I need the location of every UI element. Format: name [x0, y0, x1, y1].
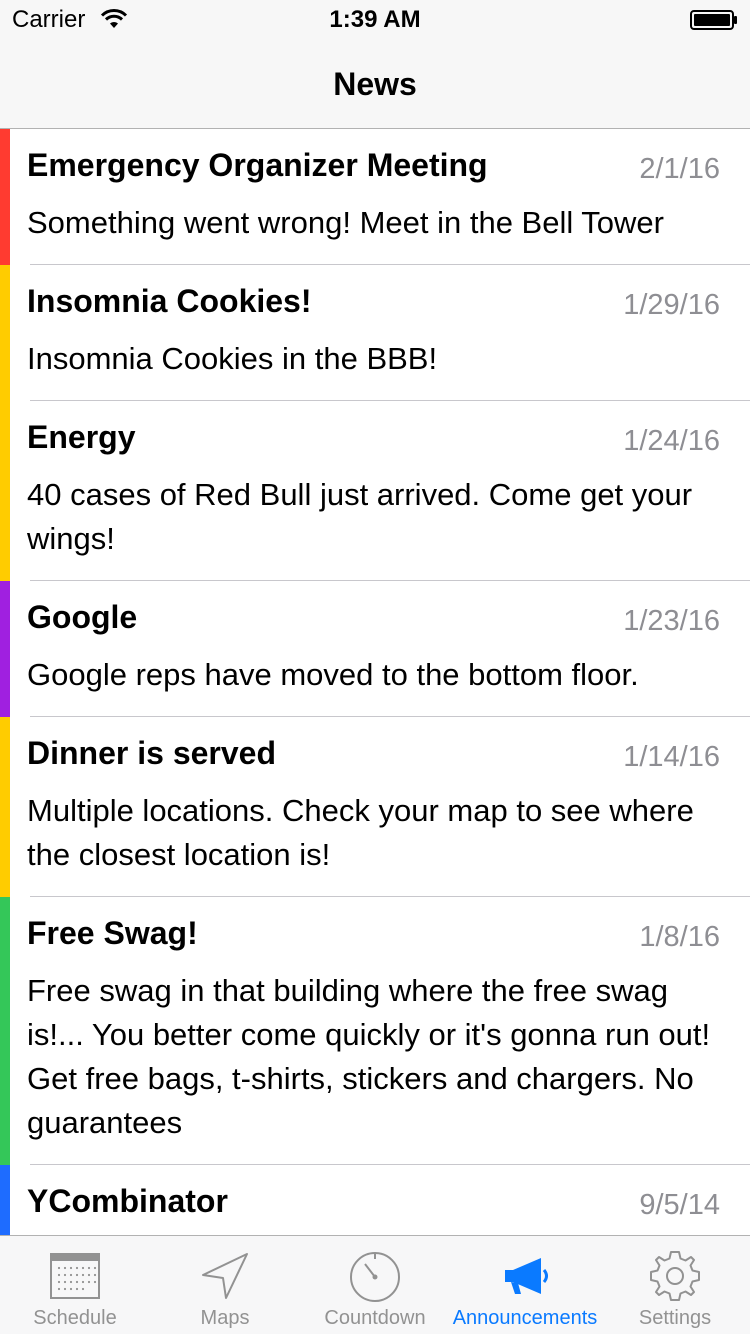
battery-icon: [690, 10, 737, 30]
tab-countdown[interactable]: Countdown: [300, 1236, 450, 1334]
tab-label: Schedule: [33, 1307, 117, 1329]
news-body: 40 cases of Red Bull just arrived. Come …: [27, 477, 693, 556]
news-body: Something went wrong! Meet in the Bell T…: [27, 205, 664, 240]
news-date: 1/24/16: [623, 425, 720, 457]
news-list[interactable]: Emergency Organizer Meeting 2/1/16 Somet…: [0, 129, 750, 1236]
news-body: Insomnia Cookies in the BBB!: [27, 341, 438, 376]
navigation-arrow-icon: [202, 1253, 248, 1299]
news-item[interactable]: Google 1/23/16 Google reps have moved to…: [0, 581, 750, 717]
news-item[interactable]: Insomnia Cookies! 1/29/16 Insomnia Cooki…: [0, 265, 750, 401]
tab-label: Countdown: [324, 1307, 426, 1329]
news-title: Google: [27, 599, 138, 635]
tab-settings[interactable]: Settings: [600, 1236, 750, 1334]
category-color-bar: [0, 581, 10, 717]
category-color-bar: [0, 717, 10, 897]
news-item[interactable]: Energy 1/24/16 40 cases of Red Bull just…: [0, 401, 750, 581]
news-date: 1/8/16: [639, 921, 720, 953]
news-date: 1/29/16: [623, 289, 720, 321]
tab-schedule[interactable]: Schedule: [0, 1236, 150, 1334]
navigation-bar: News: [0, 40, 750, 129]
category-color-bar: [0, 897, 10, 1165]
news-title: YCombinator: [27, 1183, 228, 1219]
calendar-icon: [50, 1253, 100, 1299]
news-body: Google reps have moved to the bottom flo…: [27, 657, 639, 692]
tab-maps[interactable]: Maps: [150, 1236, 300, 1334]
status-bar: Carrier 1:39 AM: [0, 0, 750, 40]
megaphone-icon: [505, 1258, 548, 1294]
tab-announcements[interactable]: Announcements: [450, 1236, 600, 1334]
news-date: 9/5/14: [639, 1189, 720, 1221]
category-color-bar: [0, 1165, 10, 1236]
news-body: Multiple locations. Check your map to se…: [27, 793, 694, 872]
news-date: 2/1/16: [639, 153, 720, 185]
gear-icon: [650, 1251, 700, 1301]
news-date: 1/23/16: [623, 605, 720, 637]
news-date: 1/14/16: [623, 741, 720, 773]
tab-label: Maps: [200, 1307, 250, 1329]
category-color-bar: [0, 265, 10, 401]
news-item[interactable]: YCombinator 9/5/14: [0, 1165, 750, 1236]
news-title: Free Swag!: [27, 915, 198, 951]
news-item[interactable]: Emergency Organizer Meeting 2/1/16 Somet…: [0, 129, 750, 265]
tab-bar: Schedule Maps Countdown Announcements Se…: [0, 1235, 750, 1334]
news-title: Emergency Organizer Meeting: [27, 147, 488, 183]
news-body: Free swag in that building where the fre…: [27, 973, 711, 1140]
category-color-bar: [0, 401, 10, 581]
news-item[interactable]: Free Swag! 1/8/16 Free swag in that buil…: [0, 897, 750, 1165]
tab-label: Settings: [638, 1307, 712, 1329]
news-title: Dinner is served: [27, 735, 276, 771]
page-title: News: [333, 66, 417, 102]
news-item[interactable]: Dinner is served 1/14/16 Multiple locati…: [0, 717, 750, 897]
status-time: 1:39 AM: [329, 6, 421, 33]
category-color-bar: [0, 129, 10, 265]
news-title: Insomnia Cookies!: [27, 283, 312, 319]
stopwatch-icon: [350, 1252, 400, 1302]
news-title: Energy: [27, 419, 136, 455]
screen: Carrier 1:39 AM News Emergency Organizer…: [0, 0, 750, 1334]
tab-label: Announcements: [452, 1307, 598, 1329]
